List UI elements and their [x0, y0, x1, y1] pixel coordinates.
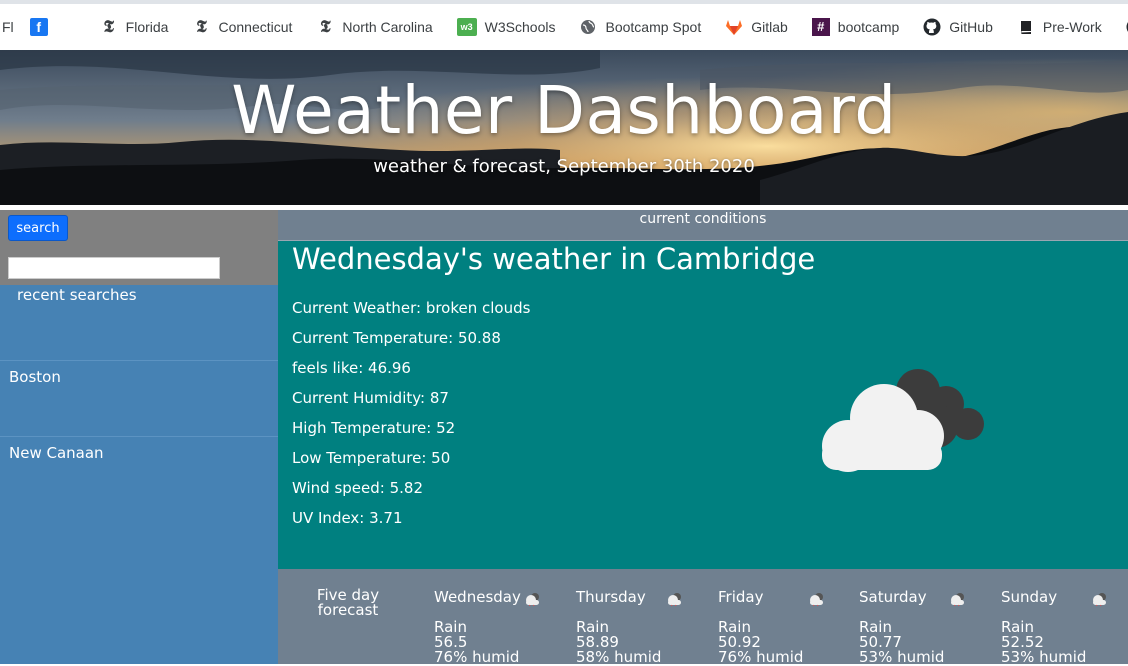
bookmark-label: North Carolina	[342, 19, 433, 35]
bookmark-label: Bootcamp Spot	[605, 19, 702, 35]
forecast-day-name: Sunday	[1001, 588, 1058, 606]
forecast-label: Five day forecast	[316, 586, 380, 619]
current-weather-title: Wednesday's weather in Cambridge	[292, 242, 816, 276]
header-banner: Weather Dashboard weather & forecast, Se…	[0, 50, 1128, 205]
bookmark-label: Gitlab	[751, 19, 788, 35]
book-icon	[1017, 18, 1035, 36]
search-button[interactable]: search	[8, 215, 68, 241]
nyt-icon: 𝕿	[196, 17, 207, 36]
stat-current-temperature: Current Temperature: 50.88	[292, 329, 501, 347]
bookmark-florida[interactable]: 𝕿 Florida	[100, 17, 169, 36]
rain-cloud-icon	[668, 593, 681, 606]
globe-icon	[579, 18, 597, 36]
forecast-day-name: Thursday	[576, 588, 646, 606]
forecast-humidity: 58% humid	[576, 648, 662, 666]
nyt-icon: 𝕿	[103, 17, 114, 36]
recent-searches-label: recent searches	[17, 286, 137, 304]
stat-current-weather: Current Weather: broken clouds	[292, 299, 531, 317]
forecast-humidity: 76% humid	[434, 648, 520, 666]
bookmark-label: GitHub	[949, 19, 993, 35]
rain-cloud-icon	[951, 593, 964, 606]
bookmark-label: W3Schools	[484, 19, 556, 35]
bookmark-label: Connecticut	[218, 19, 293, 35]
current-weather-panel: Wednesday's weather in Cambridge Current…	[278, 241, 1128, 569]
slack-icon: #	[811, 18, 830, 36]
nyt-icon: 𝕿	[320, 17, 331, 36]
bookmark-label: bootcamp	[837, 19, 900, 35]
stat-wind-speed: Wind speed: 5.82	[292, 479, 424, 497]
bookmark-north-carolina[interactable]: 𝕿 North Carolina	[316, 17, 433, 36]
gitlab-icon	[725, 18, 743, 36]
forecast-humidity: 76% humid	[718, 648, 804, 666]
rain-cloud-icon	[1093, 593, 1106, 606]
github-icon	[923, 18, 941, 36]
rain-cloud-icon	[810, 593, 823, 606]
rain-cloud-icon	[526, 593, 539, 606]
bookmarks-bar: Fl f 𝕿 Florida 𝕿 Connecticut 𝕿 North Car…	[0, 0, 1128, 50]
current-conditions-header: current conditions	[278, 210, 1128, 241]
page-subtitle: weather & forecast, September 30th 2020	[373, 156, 755, 177]
bookmark-label: Florida	[125, 19, 169, 35]
stat-feels-like: feels like: 46.96	[292, 359, 411, 377]
bookmark-gitlab[interactable]: Gitlab	[725, 18, 788, 36]
stat-uv-index: UV Index: 3.71	[292, 509, 403, 527]
bookmark-facebook[interactable]: f	[29, 18, 56, 36]
five-day-forecast: Five day forecast Wednesday Rain 56.5 76…	[278, 569, 1128, 666]
bookmark-pre-work[interactable]: Pre-Work	[1017, 18, 1102, 36]
forecast-day-name: Saturday	[859, 588, 927, 606]
bookmark-bootcamp[interactable]: # bootcamp	[811, 18, 900, 36]
stat-high-temperature: High Temperature: 52	[292, 419, 456, 437]
search-area: search	[0, 210, 278, 285]
facebook-icon: f	[29, 18, 48, 36]
sidebar: search recent searches Boston New Canaan	[0, 210, 278, 664]
page-title: Weather Dashboard	[231, 72, 897, 149]
broken-clouds-icon	[822, 369, 984, 472]
bookmark-connecticut[interactable]: 𝕿 Connecticut	[192, 18, 292, 36]
recent-search-item[interactable]: New Canaan	[0, 436, 278, 511]
forecast-humidity: 53% humid	[859, 648, 945, 666]
search-input[interactable]	[8, 257, 220, 279]
forecast-humidity: 53% humid	[1001, 648, 1087, 666]
bookmark-bootcamp-spot[interactable]: Bootcamp Spot	[579, 18, 701, 36]
stat-low-temperature: Low Temperature: 50	[292, 449, 451, 467]
forecast-day-name: Friday	[718, 588, 764, 606]
forecast-day-name: Wednesday	[434, 588, 521, 606]
bookmark-github[interactable]: GitHub	[923, 18, 993, 36]
bookmark-fl[interactable]: Fl	[2, 19, 14, 35]
w3schools-icon: w3	[456, 18, 477, 36]
recent-search-item[interactable]: Boston	[0, 360, 278, 435]
stat-humidity: Current Humidity: 87	[292, 389, 449, 407]
bookmark-label: Fl	[2, 19, 14, 35]
bookmark-w3schools[interactable]: w3 W3Schools	[456, 18, 556, 36]
bookmark-label: Pre-Work	[1042, 19, 1102, 35]
